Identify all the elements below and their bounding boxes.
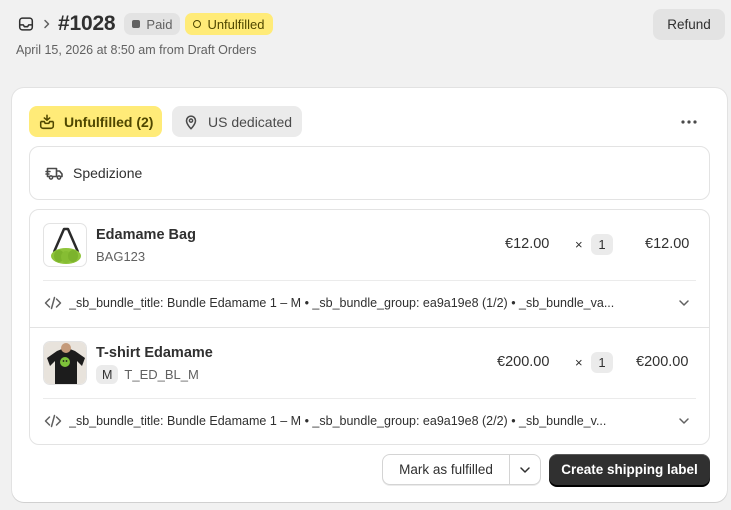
payment-status-label: Paid [146, 16, 173, 32]
item-sku: M T_ED_BL_M [96, 365, 199, 384]
unfulfilled-status-label: Unfulfilled (2) [64, 113, 154, 130]
payment-status-badge: Paid [124, 13, 181, 35]
product-thumbnail [43, 223, 87, 267]
chevron-down-icon[interactable] [676, 295, 692, 311]
refund-button[interactable]: Refund [653, 9, 725, 40]
line-item: Edamame Bag BAG123 €12.00 × 1 €12.00 [30, 210, 709, 280]
item-sku-value: BAG123 [96, 249, 146, 264]
more-horizontal-icon [681, 120, 697, 124]
times-symbol: × [575, 237, 583, 252]
bundle-properties-row[interactable]: _sb_bundle_title: Bundle Edamame 1 – M •… [30, 280, 709, 326]
unfulfilled-status-tag: Unfulfilled (2) [29, 106, 163, 137]
code-icon [44, 412, 62, 430]
mark-as-fulfilled-split-button: Mark as fulfilled [382, 454, 541, 485]
line-item: T-shirt Edamame M T_ED_BL_M €200.00 × 1 … [30, 328, 709, 398]
order-subtitle: April 15, 2026 at 8:50 am from Draft Ord… [16, 43, 257, 57]
item-total: €200.00 [636, 354, 689, 370]
location-label: US dedicated [208, 113, 293, 130]
bundle-properties-text: _sb_bundle_title: Bundle Edamame 1 – M •… [69, 414, 607, 428]
delivery-truck-icon [45, 163, 65, 183]
shipping-method-box: Spedizione [29, 146, 710, 200]
shipping-method-label: Spedizione [73, 165, 143, 181]
chevron-down-icon[interactable] [676, 413, 692, 429]
fulfillment-card: Unfulfilled (2) US dedicated Spedizione [12, 88, 727, 502]
item-sku: BAG123 [96, 249, 145, 264]
orders-inbox-icon[interactable] [16, 14, 36, 34]
product-thumbnail [43, 341, 87, 385]
mark-as-fulfilled-button[interactable]: Mark as fulfilled [383, 455, 510, 484]
code-icon [44, 294, 62, 312]
chevron-right-icon [39, 16, 55, 32]
title-row: #1028 Paid Unfulfilled [16, 10, 273, 38]
item-price: €12.00 [505, 236, 550, 252]
item-name[interactable]: T-shirt Edamame [96, 345, 213, 361]
bundle-properties-row[interactable]: _sb_bundle_title: Bundle Edamame 1 – M •… [30, 398, 709, 444]
item-sku-value: T_ED_BL_M [124, 367, 199, 382]
bundle-properties-text: _sb_bundle_title: Bundle Edamame 1 – M •… [69, 296, 615, 310]
location-tag: US dedicated [172, 106, 303, 137]
fulfillment-status-label: Unfulfilled [207, 16, 265, 32]
item-price: €200.00 [497, 354, 550, 370]
times-symbol: × [575, 355, 583, 370]
unfulfilled-ring-icon [193, 20, 202, 28]
variant-badge: M [96, 365, 119, 384]
more-actions-button[interactable] [676, 110, 702, 134]
create-shipping-label-button[interactable]: Create shipping label [549, 454, 710, 485]
mark-fulfilled-dropdown-button[interactable] [510, 455, 540, 484]
fulfillment-status-badge: Unfulfilled [185, 13, 273, 35]
line-items-list: Edamame Bag BAG123 €12.00 × 1 €12.00 _sb… [29, 209, 710, 445]
location-pin-icon [182, 113, 200, 131]
package-fulfill-icon [38, 113, 56, 131]
page-header: #1028 Paid Unfulfilled April 15, 2026 at… [0, 0, 731, 88]
item-total: €12.00 [645, 236, 690, 252]
paid-dot-icon [132, 20, 141, 28]
item-quantity: 1 [591, 234, 613, 255]
order-number: #1028 [58, 12, 116, 35]
item-quantity: 1 [591, 352, 613, 373]
item-name[interactable]: Edamame Bag [96, 227, 196, 243]
chevron-down-icon [520, 466, 530, 473]
